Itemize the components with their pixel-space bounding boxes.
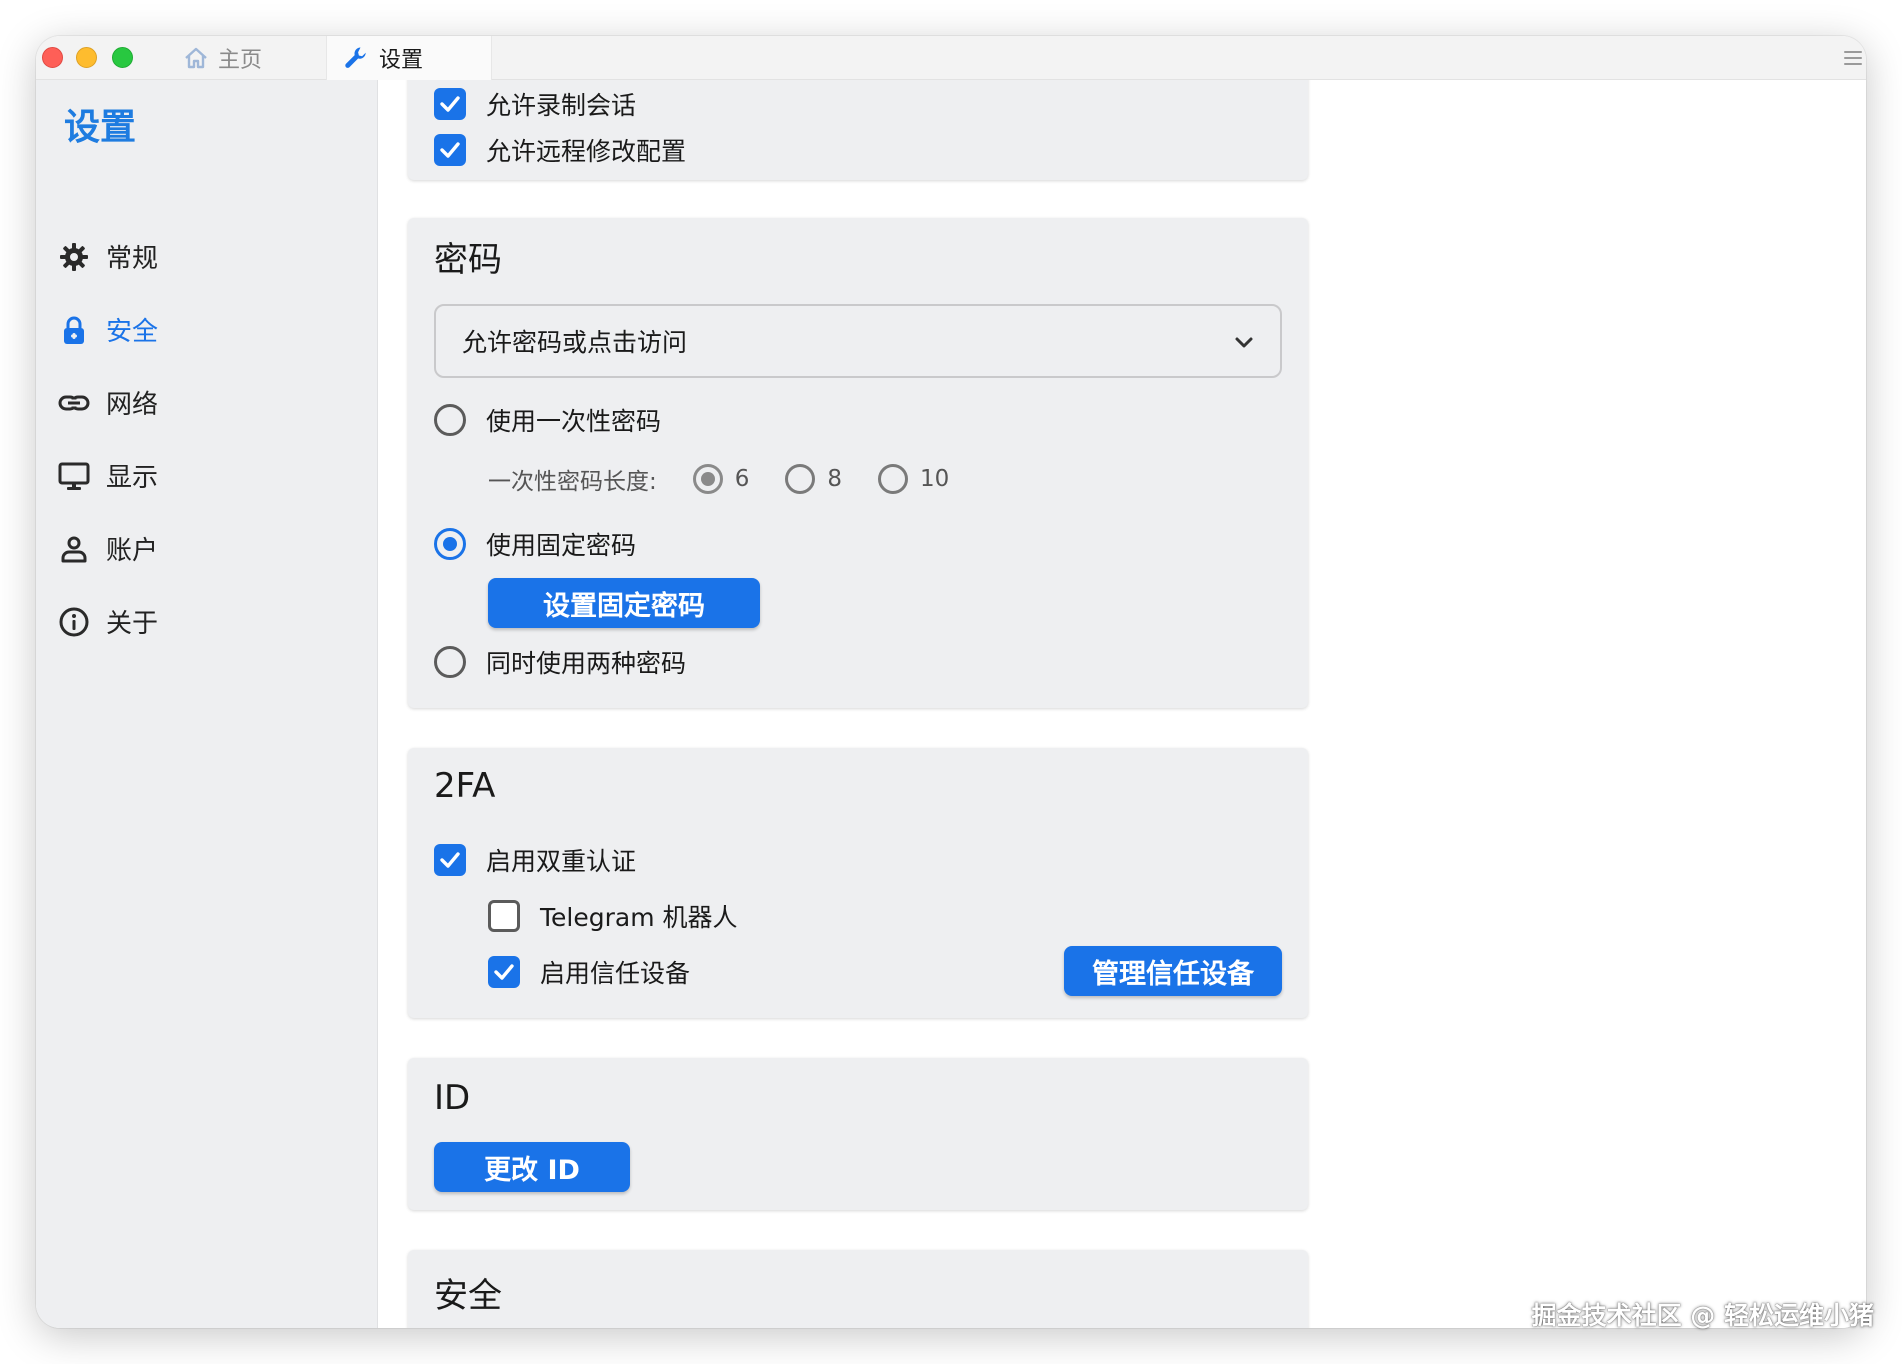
use-otp-option[interactable]: 使用一次性密码: [434, 402, 661, 438]
sidebar-item-label: 网络: [106, 390, 159, 420]
monitor-icon: [58, 460, 90, 492]
sidebar-item-network[interactable]: 网络: [58, 366, 358, 439]
info-icon: [58, 606, 90, 638]
sidebar: 设置 常规 安全 网络 显示 账户 关于: [36, 80, 378, 1328]
sidebar-item-label: 账户: [106, 536, 159, 566]
change-id-button[interactable]: 更改 ID: [434, 1142, 630, 1192]
sidebar-item-label: 显示: [106, 463, 159, 493]
password-mode-value: 允许密码或点击访问: [462, 328, 688, 357]
sidebar-item-about[interactable]: 关于: [58, 585, 358, 658]
sidebar-item-label: 安全: [106, 317, 159, 347]
use-fixed-label: 使用固定密码: [486, 531, 637, 560]
password-section-title: 密码: [434, 240, 502, 280]
allow-remote-config-option[interactable]: 允许远程修改配置: [434, 132, 686, 168]
watermark: 掘金技术社区 @ 轻松运维小猪: [1531, 1301, 1874, 1330]
otp-length-6-label: 6: [734, 466, 750, 492]
allow-record-label: 允许录制会话: [486, 91, 637, 120]
otp-length-option-8[interactable]: 8: [785, 464, 842, 494]
sidebar-item-label: 关于: [106, 609, 159, 639]
otp-length-label: 一次性密码长度:: [488, 469, 657, 495]
enable-trusted-label: 启用信任设备: [540, 959, 691, 988]
person-icon: [58, 533, 90, 565]
wrench-icon: [343, 45, 369, 71]
use-both-label: 同时使用两种密码: [486, 649, 687, 678]
id-section-title: ID: [434, 1078, 471, 1118]
security-section-title: 安全: [434, 1276, 502, 1316]
sidebar-item-general[interactable]: 常规: [58, 220, 358, 293]
use-fixed-option[interactable]: 使用固定密码: [434, 526, 636, 562]
link-icon: [58, 387, 90, 419]
allow-record-option[interactable]: 允许录制会话: [434, 86, 636, 122]
lock-icon: [58, 314, 90, 346]
otp-length-8-radio[interactable]: [785, 464, 816, 494]
telegram-bot-option[interactable]: Telegram 机器人: [488, 898, 738, 934]
use-otp-radio[interactable]: [434, 404, 466, 436]
use-fixed-radio[interactable]: [434, 528, 466, 560]
sidebar-item-account[interactable]: 账户: [58, 512, 358, 585]
tab-settings[interactable]: 设置: [326, 36, 492, 80]
allow-remote-config-checkbox[interactable]: [434, 134, 466, 166]
enable-trusted-checkbox[interactable]: [488, 956, 520, 988]
maximize-window-button[interactable]: [112, 47, 133, 68]
otp-length-8-label: 8: [827, 466, 843, 492]
manage-trusted-devices-button[interactable]: 管理信任设备: [1064, 946, 1282, 996]
use-both-radio[interactable]: [434, 646, 466, 678]
enable-trusted-option[interactable]: 启用信任设备: [488, 954, 690, 990]
security-card: 安全: [408, 1250, 1308, 1328]
home-icon: [184, 47, 208, 69]
password-mode-select[interactable]: 允许密码或点击访问: [434, 304, 1282, 378]
twofa-card: 2FA 启用双重认证 Telegram 机器人 启用信任设备 管理信任设备: [408, 748, 1308, 1018]
otp-length-10-label: 10: [920, 466, 950, 492]
close-window-button[interactable]: [42, 47, 63, 68]
menu-icon[interactable]: [1844, 48, 1862, 68]
otp-length-option-10[interactable]: 10: [878, 464, 949, 494]
set-fixed-password-button[interactable]: 设置固定密码: [488, 578, 760, 628]
allow-remote-config-label: 允许远程修改配置: [486, 137, 687, 166]
sidebar-item-display[interactable]: 显示: [58, 439, 358, 512]
otp-length-row: 一次性密码长度: 6 8 10: [488, 462, 949, 496]
chevron-down-icon: [1234, 327, 1254, 356]
otp-length-6-radio[interactable]: [692, 464, 723, 494]
sidebar-title: 设置: [64, 107, 137, 148]
otp-length-10-radio[interactable]: [878, 464, 909, 494]
use-both-option[interactable]: 同时使用两种密码: [434, 644, 686, 680]
telegram-bot-label: Telegram 机器人: [540, 903, 738, 932]
telegram-bot-checkbox[interactable]: [488, 900, 520, 932]
sidebar-nav: 常规 安全 网络 显示 账户 关于: [58, 220, 358, 658]
use-otp-label: 使用一次性密码: [486, 407, 662, 436]
tab-settings-label: 设置: [379, 48, 424, 73]
sidebar-item-security[interactable]: 安全: [58, 293, 358, 366]
enable-2fa-checkbox[interactable]: [434, 844, 466, 876]
allow-record-checkbox[interactable]: [434, 88, 466, 120]
tab-home-label: 主页: [218, 48, 263, 73]
tab-home[interactable]: 主页: [184, 36, 262, 80]
id-card: ID 更改 ID: [408, 1058, 1308, 1210]
twofa-section-title: 2FA: [434, 766, 496, 806]
enable-2fa-option[interactable]: 启用双重认证: [434, 842, 636, 878]
enable-2fa-label: 启用双重认证: [486, 847, 637, 876]
permissions-card: 允许录制会话 允许远程修改配置: [408, 80, 1308, 180]
password-card: 密码 允许密码或点击访问 使用一次性密码 一次性密码长度: 6 8 10 使用固…: [408, 218, 1308, 708]
title-bar: 主页 设置: [36, 36, 1866, 80]
app-window: 主页 设置 设置 常规 安全 网络 显示 账户 关于 允许录制会话 允许远程修改…: [36, 36, 1866, 1328]
sidebar-item-label: 常规: [106, 244, 159, 274]
settings-content: 允许录制会话 允许远程修改配置 密码 允许密码或点击访问 使用一次性密码 一次性…: [378, 80, 1866, 1328]
gear-icon: [58, 241, 90, 273]
otp-length-option-6[interactable]: 6: [692, 464, 750, 494]
minimize-window-button[interactable]: [76, 47, 97, 68]
